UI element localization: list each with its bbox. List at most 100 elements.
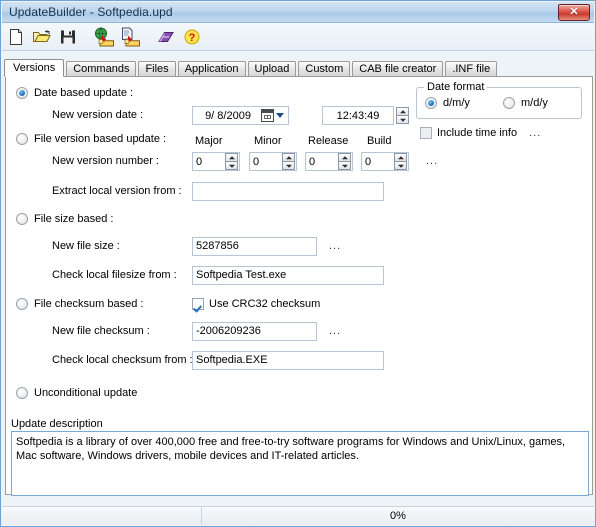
build-spinner[interactable]	[394, 153, 407, 170]
release-spinner[interactable]	[338, 153, 351, 170]
minor-spinner[interactable]	[282, 153, 295, 170]
new-file-checksum-label: New file checksum :	[52, 325, 150, 337]
minor-version-stepper[interactable]: 0	[249, 152, 297, 171]
extract-local-version-input[interactable]	[192, 182, 384, 201]
tab-files[interactable]: Files	[138, 61, 176, 77]
include-time-label: Include time info	[437, 127, 518, 139]
time-value: 12:43:49	[336, 109, 380, 122]
window-titlebar: UpdateBuilder - Softpedia.upd ✕	[2, 2, 594, 23]
major-version-stepper[interactable]: 0	[192, 152, 240, 171]
unconditional-update-label: Unconditional update	[34, 387, 138, 399]
new-version-date-label-row: New version date :	[52, 109, 143, 121]
check-local-filesize-input[interactable]: Softpedia Test.exe	[192, 266, 384, 285]
new-file-button[interactable]	[4, 25, 28, 49]
status-message-pane	[2, 507, 202, 525]
tab-upload[interactable]: Upload	[247, 61, 297, 77]
file-version-based-label: File version based update :	[34, 133, 167, 145]
date-format-mdy-label: m/d/y	[521, 97, 548, 109]
close-button[interactable]: ✕	[558, 3, 590, 21]
file-version-based-option[interactable]: File version based update :	[16, 133, 166, 145]
extract-local-version-label: Extract local version from :	[52, 185, 182, 197]
save-file-button[interactable]	[56, 25, 80, 49]
version-browse-dots: ...	[426, 155, 439, 167]
build-input[interactable]: 0	[361, 152, 409, 171]
new-file-size-label: New file size :	[52, 240, 120, 252]
new-file-checksum-input[interactable]: -2006209236	[192, 322, 317, 341]
date-format-dmy-label: d/m/y	[443, 97, 470, 109]
calendar-icon[interactable]	[261, 109, 274, 122]
date-format-mdy-radio[interactable]	[503, 97, 515, 109]
time-spinner-down[interactable]	[396, 115, 409, 124]
globe-import-icon	[93, 27, 115, 47]
file-size-browse-button[interactable]: ...	[329, 240, 341, 252]
release-version-stepper[interactable]: 0	[305, 152, 353, 171]
include-time-checkbox[interactable]	[420, 127, 432, 139]
major-column-header: Major	[195, 135, 223, 147]
doc-import-button[interactable]	[118, 25, 142, 49]
main-toolbar: ?	[2, 23, 594, 51]
date-input[interactable]: 9/ 8/2009	[192, 106, 289, 125]
question-help-icon: ?	[183, 28, 201, 46]
checksum-browse-button[interactable]: ...	[329, 325, 341, 337]
version-time-picker[interactable]: 12:43:49	[322, 106, 409, 125]
close-icon: ✕	[569, 5, 579, 18]
time-spinner-up[interactable]	[396, 107, 409, 115]
major-label: Major	[195, 135, 223, 147]
open-file-button[interactable]	[30, 25, 54, 49]
release-column-header: Release	[308, 135, 348, 147]
file-checksum-based-radio[interactable]	[16, 298, 28, 310]
minor-input[interactable]: 0	[249, 152, 297, 171]
date-format-dmy-radio[interactable]	[425, 97, 437, 109]
new-file-size-label-row: New file size :	[52, 240, 120, 252]
check-local-checksum-input[interactable]: Softpedia.EXE	[192, 351, 384, 370]
include-time-info-option[interactable]: Include time info ...	[420, 127, 541, 139]
file-size-based-radio[interactable]	[16, 213, 28, 225]
date-based-radio[interactable]	[16, 87, 28, 99]
build-column-header: Build	[367, 135, 391, 147]
help-button[interactable]: ?	[180, 25, 204, 49]
time-input[interactable]: 12:43:49	[322, 106, 394, 125]
use-crc32-option[interactable]: Use CRC32 checksum	[192, 298, 320, 310]
date-value: 9/ 8/2009	[205, 109, 251, 122]
file-size-browse-dots: ...	[329, 240, 342, 252]
release-input[interactable]: 0	[305, 152, 353, 171]
update-description-textarea[interactable]: Softpedia is a library of over 400,000 f…	[11, 431, 589, 496]
major-input[interactable]: 0	[192, 152, 240, 171]
tab-cab-file-creator[interactable]: CAB file creator	[352, 61, 444, 77]
book-button[interactable]	[154, 25, 178, 49]
tab-inf-file[interactable]: .INF file	[445, 61, 498, 77]
web-import-button[interactable]	[92, 25, 116, 49]
extract-local-version-label-row: Extract local version from :	[52, 185, 182, 197]
use-crc32-checkbox[interactable]	[192, 298, 204, 310]
unconditional-update-option[interactable]: Unconditional update	[16, 387, 137, 399]
unconditional-update-radio[interactable]	[16, 387, 28, 399]
build-value: 0	[365, 155, 372, 168]
check-local-filesize-label: Check local filesize from :	[52, 269, 177, 281]
date-format-mdy-option[interactable]: m/d/y	[503, 97, 548, 109]
new-version-number-label-row: New version number :	[52, 155, 159, 167]
open-folder-icon	[32, 28, 52, 46]
major-spinner[interactable]	[225, 153, 238, 170]
tab-versions[interactable]: Versions	[4, 59, 65, 77]
tab-application[interactable]: Application	[177, 61, 246, 77]
build-version-stepper[interactable]: 0	[361, 152, 409, 171]
file-version-based-radio[interactable]	[16, 133, 28, 145]
tab-commands[interactable]: Commands	[66, 61, 137, 77]
file-size-based-option[interactable]: File size based :	[16, 213, 113, 225]
minor-label: Minor	[254, 135, 282, 147]
version-browse-button[interactable]: ...	[426, 155, 438, 167]
new-file-size-input[interactable]: 5287856	[192, 237, 317, 256]
build-label: Build	[367, 135, 392, 147]
tab-custom[interactable]: Custom	[298, 61, 351, 77]
include-time-browse-button[interactable]: ...	[529, 127, 541, 139]
date-based-update-option[interactable]: Date based update :	[16, 87, 133, 99]
time-spinner[interactable]	[396, 107, 409, 124]
new-file-checksum-label-row: New file checksum :	[52, 325, 150, 337]
minor-value: 0	[253, 155, 260, 168]
chevron-down-icon[interactable]	[276, 113, 284, 118]
date-format-dmy-option[interactable]: d/m/y	[425, 97, 470, 109]
version-date-picker[interactable]: 9/ 8/2009	[192, 106, 289, 125]
file-checksum-based-option[interactable]: File checksum based :	[16, 298, 143, 310]
date-format-title: Date format	[424, 81, 488, 93]
check-local-filesize-label-row: Check local filesize from :	[52, 269, 177, 281]
